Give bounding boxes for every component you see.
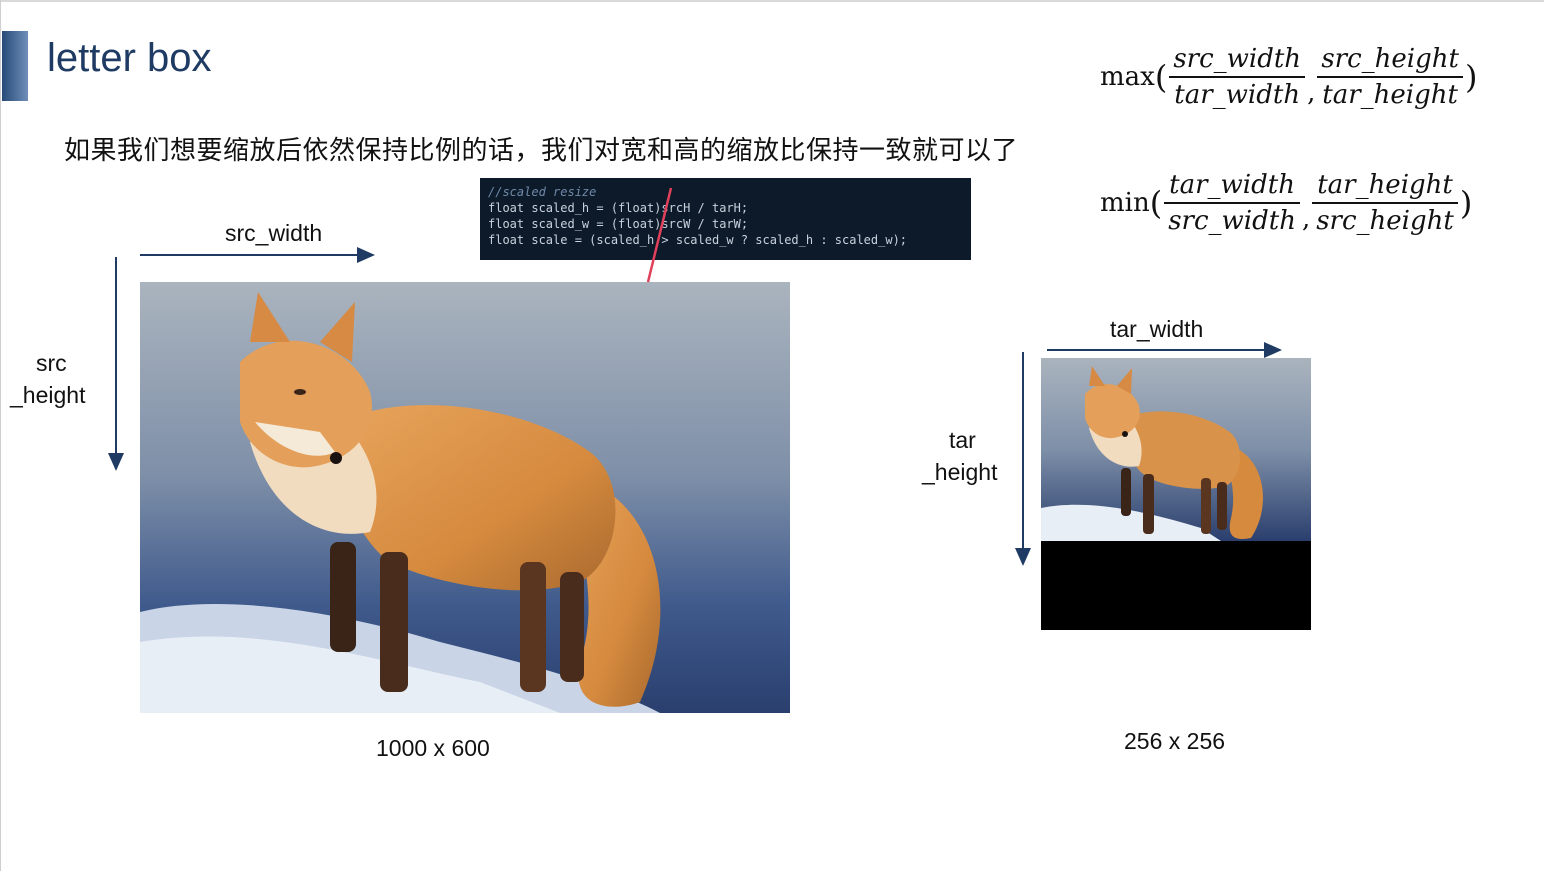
pointer-line — [646, 187, 673, 283]
arrows-overlay — [108, 187, 1282, 566]
